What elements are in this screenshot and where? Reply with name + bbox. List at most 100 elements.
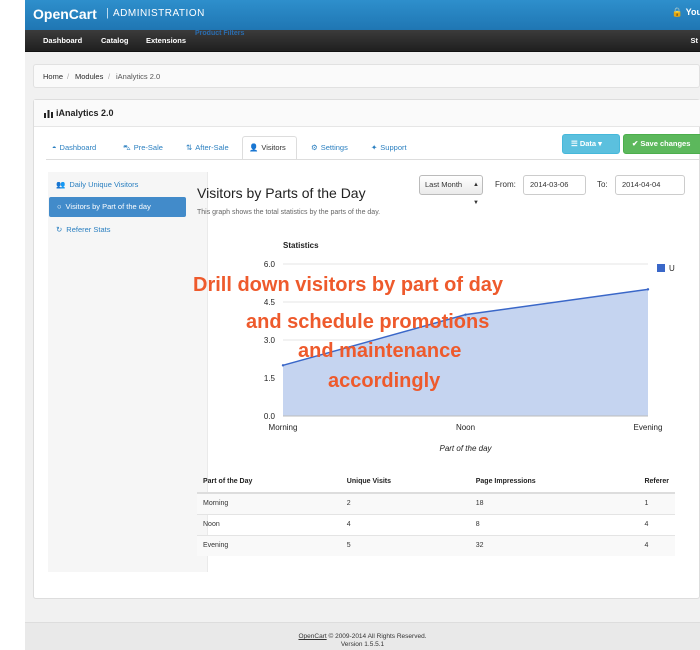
column-header: Part of the Day — [197, 470, 341, 494]
tab-label: Support — [380, 143, 407, 152]
breadcrumb-separator: / — [67, 72, 70, 81]
sort-icon: ⇅ — [186, 143, 193, 152]
x-tick-label: Evening — [634, 423, 663, 432]
y-tick-label: 4.5 — [264, 298, 276, 307]
breadcrumb-home[interactable]: Home — [43, 72, 63, 81]
tab-label: Settings — [320, 143, 348, 152]
panel-title: iAnalytics 2.0 — [56, 108, 114, 118]
column-header: Referer — [638, 470, 675, 494]
x-tick-label: Noon — [456, 423, 475, 432]
to-label: To: — [597, 180, 608, 189]
table-cell: 4 — [638, 534, 675, 556]
bar-chart-icon — [44, 110, 53, 118]
data-point — [281, 364, 285, 367]
select-arrows-icon: ▲ ▼ — [473, 182, 479, 206]
footer-copyright-text: © 2009-2014 All Rights Reserved. — [326, 633, 427, 640]
table-cell: 2 — [340, 492, 470, 514]
tab-after-sale[interactable]: ⇅ After-Sale — [180, 138, 235, 158]
menu-dropdown-item[interactable]: Product Filters — [195, 30, 244, 37]
tab-pre-sale[interactable]: ⛍ Pre-Sale — [117, 138, 169, 158]
menu-extensions[interactable]: Extensions — [146, 36, 186, 45]
tab-support[interactable]: ✦ Support — [365, 138, 413, 158]
table-cell: Morning — [197, 492, 341, 514]
user-menu[interactable]: 🔒 You — [671, 7, 700, 18]
brand-logo[interactable]: OpenCart — [33, 6, 97, 22]
y-tick-label: 0.0 — [264, 412, 276, 421]
data-button-label: Data — [579, 139, 597, 148]
panel-header: iAnalytics 2.0 — [34, 100, 700, 127]
menu-catalog[interactable]: Catalog — [101, 36, 129, 45]
data-point — [646, 288, 650, 291]
footer-version: Version 1.5.5.1 — [340, 641, 385, 648]
user-name: You — [685, 7, 700, 17]
breadcrumb-current: iAnalytics 2.0 — [116, 72, 161, 81]
to-date-input[interactable]: 2014-04-04 — [615, 175, 685, 195]
breadcrumb-modules[interactable]: Modules — [75, 72, 103, 81]
sidebar-item-label: Referer Stats — [66, 225, 111, 234]
save-button-label: Save changes — [640, 139, 691, 148]
range-select-value: Last Month — [425, 180, 463, 189]
table-cell: 4 — [340, 513, 470, 535]
sidebar-item-daily-unique-visitors[interactable]: 👥 Daily Unique Visitors — [56, 180, 138, 189]
main-menu: Dashboard Catalog Extensions Product Fil… — [25, 30, 700, 52]
table-cell: Noon — [197, 513, 341, 535]
cart-icon: ⛍ — [123, 143, 131, 152]
content-title: Visitors by Parts of the Day — [197, 185, 366, 201]
column-header: Unique Visits — [340, 470, 470, 494]
legend-label: U — [669, 264, 675, 273]
lock-icon: 🔒 — [671, 7, 683, 17]
circle-icon: ○ — [57, 202, 62, 211]
content-description: This graph shows the total statistics by… — [197, 209, 381, 216]
promo-overlay-line-1: Drill down visitors by part of day — [193, 274, 504, 296]
tab-settings[interactable]: ⚙ Settings — [305, 138, 354, 158]
menu-dashboard[interactable]: Dashboard — [43, 36, 82, 45]
x-tick-label: Morning — [269, 423, 298, 432]
sidebar-item-visitors-by-part-of-day[interactable]: ○ Visitors by Part of the day — [49, 197, 186, 217]
y-tick-label: 3.0 — [264, 336, 276, 345]
tab-label: Dashboard — [59, 143, 97, 152]
legend-swatch — [657, 264, 665, 272]
table-row: Noon 4 8 4 — [197, 513, 675, 535]
table-row: Morning 2 18 1 — [197, 492, 675, 514]
y-tick-label: 6.0 — [264, 260, 276, 269]
brand-separator: | — [106, 7, 109, 19]
save-button[interactable]: ✔ Save changes — [623, 134, 700, 154]
promo-overlay-line-4: accordingly — [328, 370, 441, 392]
breadcrumb: Home / Modules / iAnalytics 2.0 — [33, 64, 700, 88]
sidebar-item-label: Daily Unique Visitors — [69, 180, 139, 189]
stats-table: Part of the Day Unique Visits Page Impre… — [197, 470, 675, 556]
dashboard-icon: ◓ — [52, 143, 57, 152]
support-icon: ✦ — [371, 143, 378, 152]
table-cell: 1 — [638, 492, 675, 514]
from-label: From: — [495, 180, 516, 189]
table-header-row: Part of the Day Unique Visits Page Impre… — [197, 470, 675, 494]
table-cell: Evening — [197, 534, 341, 556]
from-date-input[interactable]: 2014-03-06 — [523, 175, 586, 195]
data-button[interactable]: ☰ Data ▾ — [562, 134, 620, 154]
tab-dashboard[interactable]: ◓ Dashboard — [46, 138, 102, 158]
brand-subtitle: ADMINISTRATION — [113, 8, 205, 19]
list-icon: ☰ — [571, 139, 580, 148]
refresh-icon: ↻ — [56, 225, 63, 234]
tab-label: Visitors — [261, 143, 286, 152]
top-header: OpenCart | ADMINISTRATION 🔒 You — [25, 0, 700, 30]
table-cell: 4 — [638, 513, 675, 535]
menu-right-item[interactable]: St — [691, 36, 699, 45]
column-header: Page Impressions — [469, 470, 639, 494]
table-cell: 32 — [469, 534, 639, 556]
x-axis-label: Part of the day — [439, 444, 492, 453]
promo-overlay-line-2: and schedule promotions — [246, 311, 490, 333]
sidebar-item-referer-stats[interactable]: ↻ Referer Stats — [56, 225, 110, 234]
footer-link[interactable]: OpenCart — [298, 633, 326, 640]
y-tick-label: 1.5 — [264, 374, 276, 383]
sidebar: 👥 Daily Unique Visitors ○ Visitors by Part… — [48, 172, 208, 572]
cogs-icon: ⚙ — [311, 143, 318, 152]
table-cell: 8 — [469, 513, 639, 535]
table-cell: 18 — [469, 492, 639, 514]
tab-visitors[interactable]: 👤 Visitors — [242, 136, 297, 160]
table-row: Evening 5 32 4 — [197, 534, 675, 556]
promo-overlay-line-3: and maintenance — [298, 340, 462, 362]
caret-down-icon: ▾ — [596, 139, 602, 148]
range-select[interactable]: Last Month ▲ ▼ — [419, 175, 483, 206]
breadcrumb-separator: / — [108, 72, 111, 81]
